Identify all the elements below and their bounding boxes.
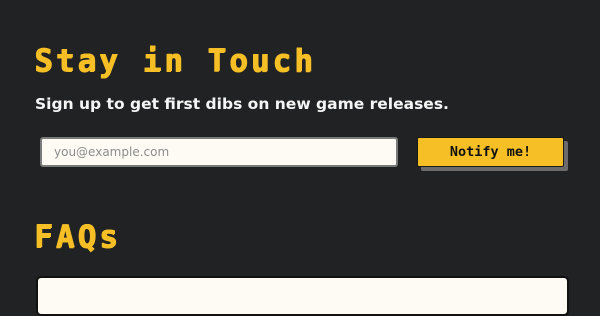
stay-in-touch-heading: Stay in Touch <box>34 43 316 79</box>
signup-tagline: Sign up to get first dibs on new game re… <box>35 95 449 113</box>
faq-item[interactable] <box>36 276 569 316</box>
faqs-heading: FAQs <box>34 219 121 255</box>
notify-me-button[interactable]: Notify me! <box>417 137 564 167</box>
email-input[interactable] <box>40 137 398 167</box>
